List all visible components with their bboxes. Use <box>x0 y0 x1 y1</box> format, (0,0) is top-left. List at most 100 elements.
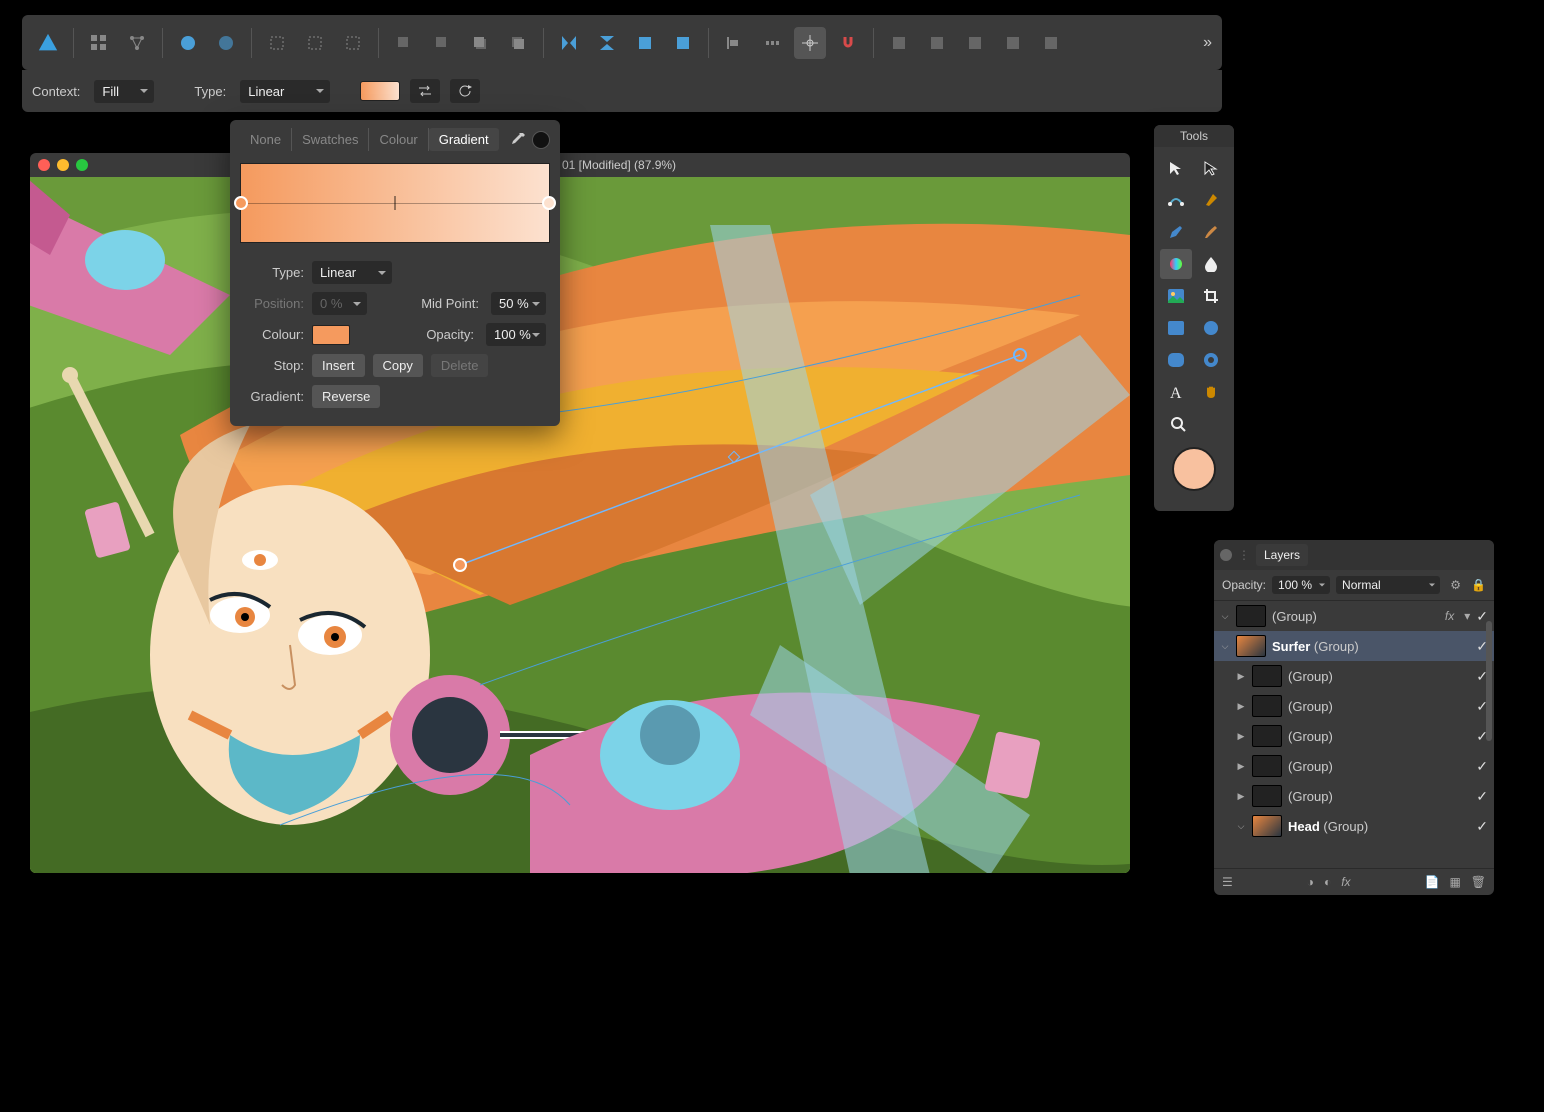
gear-icon[interactable]: ⚙ <box>1450 578 1461 592</box>
eyedropper-icon[interactable] <box>510 132 526 148</box>
zoom-window-icon[interactable] <box>76 159 88 171</box>
layer-row[interactable]: ▶(Group)✓ <box>1214 661 1494 691</box>
op-1-icon[interactable] <box>883 27 915 59</box>
gradient-swatch[interactable] <box>360 81 400 101</box>
rotate-cw-icon[interactable] <box>667 27 699 59</box>
flip-v-icon[interactable] <box>591 27 623 59</box>
flip-h-icon[interactable] <box>553 27 585 59</box>
layer-list[interactable]: ⌵(Group)fx▾✓⌵Surfer (Group)✓▶(Group)✓▶(G… <box>1214 601 1494 868</box>
layers-stack-icon[interactable]: ☰ <box>1222 875 1233 889</box>
disclosure-arrow-icon[interactable]: ▶ <box>1236 761 1246 772</box>
close-window-icon[interactable] <box>38 159 50 171</box>
nodes-icon[interactable] <box>121 27 153 59</box>
adjust-icon[interactable]: ◐ <box>1324 875 1331 889</box>
opacity-input[interactable]: 100 % <box>486 323 546 346</box>
brush-tool-icon[interactable] <box>1195 217 1227 247</box>
canvas[interactable] <box>30 177 1130 873</box>
lock-icon[interactable]: 🔒 <box>1471 578 1486 592</box>
visibility-checkbox[interactable]: ✓ <box>1476 818 1488 835</box>
revert-icon[interactable] <box>450 79 480 103</box>
layer-row[interactable]: ▶(Group)✓ <box>1214 751 1494 781</box>
visibility-checkbox[interactable]: ✓ <box>1476 788 1488 805</box>
context-type-select[interactable]: Linear <box>240 80 330 103</box>
star-tool-icon[interactable] <box>1195 345 1227 375</box>
copy-button[interactable]: Copy <box>373 354 423 377</box>
layer-row[interactable]: ▶(Group)✓ <box>1214 691 1494 721</box>
gradient-stop-start[interactable] <box>234 196 248 210</box>
blend-mode-select[interactable]: Normal <box>1336 576 1440 594</box>
rectangle-tool-icon[interactable] <box>1160 313 1192 343</box>
fill-tool-icon[interactable] <box>1160 249 1192 279</box>
fx-icon[interactable]: fx <box>1341 875 1350 889</box>
pan-tool-icon[interactable] <box>1195 377 1227 407</box>
rotate-ccw-icon[interactable] <box>629 27 661 59</box>
op-3-icon[interactable] <box>959 27 991 59</box>
disclosure-arrow-icon[interactable]: ▶ <box>1236 731 1246 742</box>
zoom-tool-icon[interactable] <box>1162 409 1194 439</box>
disclosure-arrow-icon[interactable]: ▶ <box>1236 791 1246 802</box>
eyedropper-swatch[interactable] <box>532 131 550 149</box>
distribute-icon[interactable] <box>756 27 788 59</box>
mask-icon[interactable]: ◑ <box>1307 875 1314 889</box>
op-2-icon[interactable] <box>921 27 953 59</box>
rounded-rect-tool-icon[interactable] <box>1160 345 1192 375</box>
align-2-icon[interactable] <box>299 27 331 59</box>
move-tool-icon[interactable] <box>1160 153 1192 183</box>
text-tool-icon[interactable]: A <box>1160 377 1192 407</box>
gradient-midpoint-handle[interactable] <box>394 196 396 210</box>
panel-close-icon[interactable] <box>1220 549 1232 561</box>
arrange-4-icon[interactable] <box>502 27 534 59</box>
tab-gradient[interactable]: Gradient <box>429 128 499 151</box>
midpoint-input[interactable]: 50 % <box>491 292 546 315</box>
swap-icon[interactable] <box>410 79 440 103</box>
tab-swatches[interactable]: Swatches <box>292 128 369 151</box>
op-4-icon[interactable] <box>997 27 1029 59</box>
node-tool-icon[interactable] <box>1160 185 1192 215</box>
pencil-tool-icon[interactable] <box>1160 217 1192 247</box>
gradient-preview[interactable] <box>240 163 550 243</box>
ellipse-tool-icon[interactable] <box>1195 313 1227 343</box>
grid-icon[interactable] <box>83 27 115 59</box>
layer-row[interactable]: ⌵Head (Group)✓ <box>1214 811 1494 841</box>
insert-button[interactable]: Insert <box>312 354 365 377</box>
arrange-2-icon[interactable] <box>426 27 458 59</box>
add-shape-icon[interactable] <box>172 27 204 59</box>
transparency-tool-icon[interactable] <box>1195 249 1227 279</box>
minimize-window-icon[interactable] <box>57 159 69 171</box>
popover-type-select[interactable]: Linear <box>312 261 392 284</box>
layers-opacity-input[interactable]: 100 % <box>1272 576 1330 594</box>
context-fill-select[interactable]: Fill <box>94 80 154 103</box>
colour-well[interactable] <box>1160 441 1228 491</box>
layer-fx-dropdown-icon[interactable]: ▾ <box>1464 609 1470 623</box>
visibility-checkbox[interactable]: ✓ <box>1476 758 1488 775</box>
scrollbar[interactable] <box>1486 621 1492 741</box>
layer-row[interactable]: ▶(Group)✓ <box>1214 721 1494 751</box>
delete-layer-icon[interactable]: 🗑 <box>1471 875 1486 889</box>
colour-swatch[interactable] <box>312 325 350 345</box>
delete-button[interactable]: Delete <box>431 354 489 377</box>
crop-tool-icon[interactable] <box>1195 281 1227 311</box>
layer-row[interactable]: ▶(Group)✓ <box>1214 781 1494 811</box>
disclosure-arrow-icon[interactable]: ⌵ <box>1236 821 1246 832</box>
align-3-icon[interactable] <box>337 27 369 59</box>
snap-icon[interactable] <box>794 27 826 59</box>
subtract-shape-icon[interactable] <box>210 27 242 59</box>
app-logo-icon[interactable] <box>32 27 64 59</box>
magnet-icon[interactable] <box>832 27 864 59</box>
arrange-1-icon[interactable] <box>388 27 420 59</box>
tab-colour[interactable]: Colour <box>369 128 428 151</box>
arrange-3-icon[interactable] <box>464 27 496 59</box>
layer-row[interactable]: ⌵(Group)fx▾✓ <box>1214 601 1494 631</box>
align-1-icon[interactable] <box>261 27 293 59</box>
position-input[interactable]: 0 % <box>312 292 367 315</box>
direct-select-icon[interactable] <box>1195 153 1227 183</box>
pen-tool-icon[interactable] <box>1195 185 1227 215</box>
tab-none[interactable]: None <box>240 128 292 151</box>
layer-row[interactable]: ⌵Surfer (Group)✓ <box>1214 631 1494 661</box>
new-layer-icon[interactable]: 📄 <box>1424 875 1439 889</box>
place-image-icon[interactable] <box>1160 281 1192 311</box>
disclosure-arrow-icon[interactable]: ▶ <box>1236 671 1246 682</box>
reverse-button[interactable]: Reverse <box>312 385 380 408</box>
gradient-stop-end[interactable] <box>542 196 556 210</box>
align-left-icon[interactable] <box>718 27 750 59</box>
